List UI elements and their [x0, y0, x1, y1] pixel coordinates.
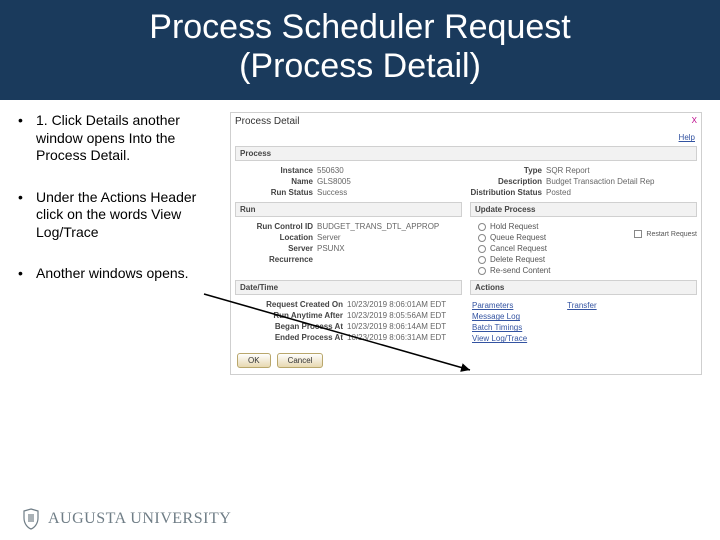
shield-icon	[22, 508, 40, 530]
radio-resend[interactable]: Re-send Content	[472, 265, 695, 276]
link-view-log-trace[interactable]: View Log/Trace	[472, 334, 527, 343]
section-datetime-header: Date/Time	[235, 280, 462, 295]
field-description: DescriptionBudget Transaction Detail Rep	[466, 176, 695, 187]
button-row: OK Cancel	[231, 347, 701, 374]
radio-delete[interactable]: Delete Request	[472, 254, 695, 265]
checkbox-icon	[634, 230, 642, 238]
bullet-item: 1. Click Details another window opens In…	[18, 112, 218, 165]
footer: AUGUSTA UNIVERSITY	[22, 508, 231, 530]
ok-button[interactable]: OK	[237, 353, 271, 368]
radio-icon	[478, 256, 486, 264]
radio-cancel[interactable]: Cancel Request	[472, 243, 695, 254]
body: 1. Click Details another window opens In…	[0, 100, 720, 375]
radio-icon	[478, 245, 486, 253]
section-update: Hold Request Queue Request Cancel Reques…	[466, 219, 701, 278]
section-actions: Parameters Message Log Batch Timings Vie…	[466, 297, 701, 347]
field-recurrence: Recurrence	[237, 254, 460, 265]
bullet-item: Another windows opens.	[18, 265, 218, 283]
restart-request[interactable]: Restart Request	[634, 230, 697, 238]
link-parameters[interactable]: Parameters	[472, 301, 513, 310]
section-run-header: Run	[235, 202, 462, 217]
datetime-actions-row: Date/Time Request Created On10/23/2019 8…	[231, 278, 701, 347]
slide-title: Process Scheduler Request (Process Detai…	[0, 8, 720, 86]
field-type: TypeSQR Report	[466, 165, 695, 176]
link-batch-timings[interactable]: Batch Timings	[472, 323, 522, 332]
field-began: Began Process At10/23/2019 8:06:14AM EDT	[237, 321, 460, 332]
window-title: Process Detail	[235, 116, 299, 127]
field-anytime: Run Anytime After10/23/2019 8:05:56AM ED…	[237, 310, 460, 321]
slide: Process Scheduler Request (Process Detai…	[0, 0, 720, 540]
section-actions-header: Actions	[470, 280, 697, 295]
section-update-header: Update Process	[470, 202, 697, 217]
cancel-button[interactable]: Cancel	[277, 353, 324, 368]
link-message-log[interactable]: Message Log	[472, 312, 520, 321]
field-created: Request Created On10/23/2019 8:06:01AM E…	[237, 299, 460, 310]
help-link[interactable]: Help	[679, 133, 695, 142]
field-ended: Ended Process At10/23/2019 8:06:31AM EDT	[237, 332, 460, 343]
field-dist-status: Distribution StatusPosted	[466, 187, 695, 198]
title-line2: (Process Detail)	[239, 47, 481, 85]
bullet-item: Under the Actions Header click on the wo…	[18, 189, 218, 242]
radio-icon	[478, 234, 486, 242]
bullet-list: 1. Click Details another window opens In…	[18, 112, 218, 375]
section-datetime: Request Created On10/23/2019 8:06:01AM E…	[231, 297, 466, 345]
field-run-control: Run Control IDBUDGET_TRANS_DTL_APPROP	[237, 221, 460, 232]
process-detail-window: Process Detail X Help Process Instance55…	[230, 112, 702, 375]
title-line1: Process Scheduler Request	[149, 8, 570, 46]
section-run: Run Control IDBUDGET_TRANS_DTL_APPROP Lo…	[231, 219, 466, 267]
window-header: Process Detail X	[231, 113, 701, 133]
field-location: LocationServer	[237, 232, 460, 243]
run-update-row: Run Run Control IDBUDGET_TRANS_DTL_APPRO…	[231, 200, 701, 278]
radio-icon	[478, 267, 486, 275]
section-process-header: Process	[235, 146, 697, 161]
title-band: Process Scheduler Request (Process Detai…	[0, 0, 720, 100]
footer-brand: AUGUSTA UNIVERSITY	[48, 510, 231, 528]
link-transfer[interactable]: Transfer	[567, 301, 597, 310]
section-process: Instance550630 NameGLS8005 Run StatusSuc…	[231, 163, 701, 200]
field-run-status: Run StatusSuccess	[237, 187, 466, 198]
help-row: Help	[231, 133, 701, 144]
field-instance: Instance550630	[237, 165, 466, 176]
field-name: NameGLS8005	[237, 176, 466, 187]
close-icon[interactable]: X	[692, 116, 697, 125]
radio-icon	[478, 223, 486, 231]
field-server: ServerPSUNX	[237, 243, 460, 254]
